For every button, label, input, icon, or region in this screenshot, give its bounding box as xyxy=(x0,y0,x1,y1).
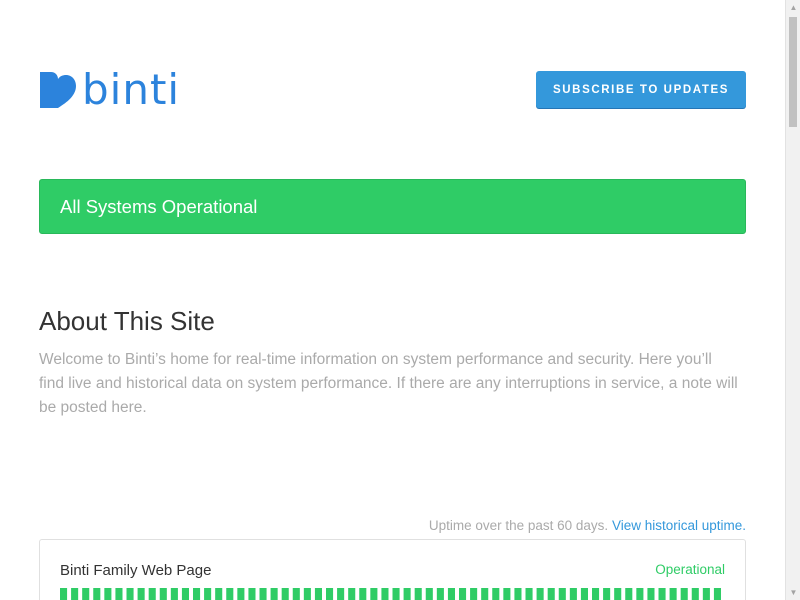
uptime-day-bar[interactable] xyxy=(104,588,112,600)
uptime-day-bar[interactable] xyxy=(625,588,633,600)
uptime-day-bar[interactable] xyxy=(603,588,611,600)
uptime-day-bar[interactable] xyxy=(204,588,212,600)
uptime-day-bar[interactable] xyxy=(447,588,455,600)
uptime-day-bar[interactable] xyxy=(215,588,223,600)
uptime-day-bar[interactable] xyxy=(314,588,322,600)
about-description: Welcome to Binti’s home for real-time in… xyxy=(39,351,738,416)
uptime-day-bar[interactable] xyxy=(403,588,411,600)
binti-logo[interactable]: binti xyxy=(39,68,180,112)
uptime-day-bar[interactable] xyxy=(248,588,256,600)
uptime-day-bar[interactable] xyxy=(159,588,167,600)
uptime-day-bar[interactable] xyxy=(326,588,334,600)
uptime-day-bar[interactable] xyxy=(93,588,101,600)
uptime-caption: Uptime over the past 60 days. View histo… xyxy=(429,518,746,533)
uptime-day-bar[interactable] xyxy=(60,588,68,600)
component-status: Operational xyxy=(655,562,725,577)
uptime-day-bar[interactable] xyxy=(436,588,444,600)
scroll-down-arrow-icon[interactable]: ▼ xyxy=(786,585,800,600)
uptime-day-bar[interactable] xyxy=(459,588,467,600)
view-historical-uptime-link[interactable]: View historical uptime. xyxy=(612,518,746,533)
uptime-day-bar[interactable] xyxy=(569,588,577,600)
uptime-day-bar[interactable] xyxy=(370,588,378,600)
uptime-day-bar[interactable] xyxy=(702,588,710,600)
uptime-day-bar[interactable] xyxy=(259,588,267,600)
status-page: binti SUBSCRIBE TO UPDATES All Systems O… xyxy=(0,0,785,600)
uptime-day-bar[interactable] xyxy=(303,588,311,600)
scrollbar-thumb[interactable] xyxy=(789,17,797,127)
component-name: Binti Family Web Page xyxy=(60,562,212,579)
uptime-day-bar[interactable] xyxy=(237,588,245,600)
uptime-day-bar[interactable] xyxy=(82,588,90,600)
uptime-day-bar[interactable] xyxy=(71,588,79,600)
uptime-day-bar[interactable] xyxy=(126,588,134,600)
uptime-day-bar[interactable] xyxy=(292,588,300,600)
uptime-day-bar[interactable] xyxy=(170,588,178,600)
uptime-day-bar[interactable] xyxy=(647,588,655,600)
uptime-day-bar[interactable] xyxy=(691,588,699,600)
uptime-day-bar[interactable] xyxy=(680,588,688,600)
uptime-day-bar[interactable] xyxy=(392,588,400,600)
uptime-bars xyxy=(60,588,721,600)
heart-logo-icon xyxy=(40,72,76,108)
overall-status-banner: All Systems Operational xyxy=(39,179,746,234)
uptime-day-bar[interactable] xyxy=(359,588,367,600)
uptime-day-bar[interactable] xyxy=(414,588,422,600)
uptime-day-bar[interactable] xyxy=(580,588,588,600)
uptime-day-bar[interactable] xyxy=(226,588,234,600)
uptime-day-bar[interactable] xyxy=(270,588,278,600)
uptime-day-bar[interactable] xyxy=(281,588,289,600)
uptime-day-bar[interactable] xyxy=(181,588,189,600)
uptime-day-bar[interactable] xyxy=(503,588,511,600)
uptime-day-bar[interactable] xyxy=(669,588,677,600)
uptime-day-bar[interactable] xyxy=(713,588,721,600)
uptime-day-bar[interactable] xyxy=(381,588,389,600)
uptime-day-bar[interactable] xyxy=(193,588,201,600)
about-title: About This Site xyxy=(39,306,215,336)
uptime-day-bar[interactable] xyxy=(658,588,666,600)
uptime-day-bar[interactable] xyxy=(492,588,500,600)
subscribe-to-updates-button[interactable]: SUBSCRIBE TO UPDATES xyxy=(536,71,746,108)
uptime-day-bar[interactable] xyxy=(337,588,345,600)
uptime-day-bar[interactable] xyxy=(470,588,478,600)
uptime-day-bar[interactable] xyxy=(525,588,533,600)
scroll-up-arrow-icon[interactable]: ▲ xyxy=(786,0,800,15)
vertical-scrollbar[interactable]: ▲ ▼ xyxy=(785,0,800,600)
uptime-day-bar[interactable] xyxy=(558,588,566,600)
uptime-day-bar[interactable] xyxy=(614,588,622,600)
uptime-day-bar[interactable] xyxy=(115,588,123,600)
uptime-caption-text: Uptime over the past 60 days. xyxy=(428,518,609,533)
uptime-day-bar[interactable] xyxy=(547,588,555,600)
uptime-day-bar[interactable] xyxy=(425,588,433,600)
uptime-day-bar[interactable] xyxy=(137,588,145,600)
uptime-day-bar[interactable] xyxy=(514,588,522,600)
uptime-day-bar[interactable] xyxy=(592,588,600,600)
uptime-day-bar[interactable] xyxy=(636,588,644,600)
logo-wordmark: binti xyxy=(82,65,181,114)
uptime-day-bar[interactable] xyxy=(536,588,544,600)
component-card: Binti Family Web Page Operational xyxy=(39,539,746,600)
uptime-day-bar[interactable] xyxy=(148,588,156,600)
overall-status-text: All Systems Operational xyxy=(60,195,258,217)
uptime-day-bar[interactable] xyxy=(348,588,356,600)
uptime-day-bar[interactable] xyxy=(481,588,489,600)
